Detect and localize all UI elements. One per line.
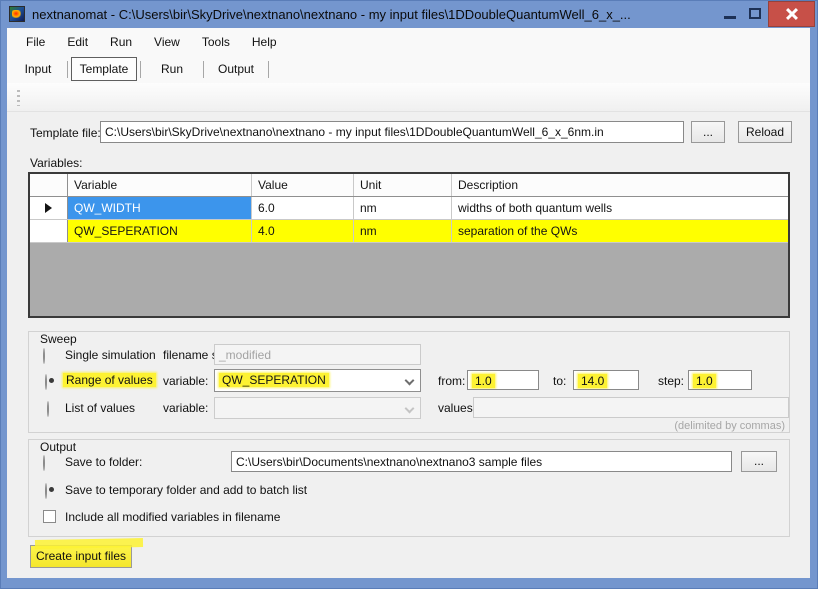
template-browse-button[interactable]: ... (691, 121, 725, 143)
cell-description[interactable]: widths of both quantum wells (452, 197, 788, 219)
grid-header-row: Variable Value Unit Description (30, 174, 788, 197)
column-header-unit[interactable]: Unit (354, 174, 452, 196)
save-to-temp-radio[interactable] (45, 483, 47, 499)
from-label: from: (438, 374, 465, 388)
close-button[interactable] (768, 1, 815, 27)
values-hint: (delimited by commas) (674, 420, 785, 432)
create-input-files-button[interactable]: Create input files (30, 545, 132, 568)
include-variables-label: Include all modified variables in filena… (65, 510, 280, 524)
tab-output[interactable]: Output (204, 58, 268, 80)
list-of-values-label: List of values (65, 401, 135, 415)
cell-unit[interactable]: nm (354, 220, 452, 242)
maximize-button[interactable] (743, 1, 768, 27)
values-input[interactable] (473, 397, 789, 418)
titlebar: nextnanomat - C:\Users\bir\SkyDrive\next… (0, 0, 818, 28)
menu-tools[interactable]: Tools (191, 31, 241, 53)
menu-help[interactable]: Help (241, 31, 288, 53)
save-to-folder-label: Save to folder: (65, 455, 142, 469)
tabstrip: Input Template Run Output (7, 55, 810, 83)
list-of-values-radio[interactable] (47, 401, 49, 417)
save-to-temp-label: Save to temporary folder and add to batc… (65, 483, 307, 497)
step-input[interactable]: 1.0 (688, 370, 752, 390)
column-header-value[interactable]: Value (252, 174, 354, 196)
variables-label: Variables: (30, 156, 82, 170)
save-to-folder-radio[interactable] (43, 455, 45, 471)
template-tab-content: Template file: C:\Users\bir\SkyDrive\nex… (7, 112, 810, 578)
menubar: File Edit Run View Tools Help (7, 28, 810, 55)
sweep-group: Sweep Single simulation filename suffix:… (28, 331, 790, 433)
tab-template[interactable]: Template (71, 57, 137, 81)
combo-arrow-icon (405, 404, 415, 414)
template-file-input[interactable]: C:\Users\bir\SkyDrive\nextnano\nextnano … (100, 121, 684, 143)
variables-grid: Variable Value Unit Description QW_WIDTH… (28, 172, 790, 318)
toolbar-grip-icon[interactable] (17, 90, 20, 106)
single-simulation-label: Single simulation (65, 348, 156, 362)
range-variable-label: variable: (163, 374, 208, 388)
list-variable-label: variable: (163, 401, 208, 415)
tab-run[interactable]: Run (141, 58, 203, 80)
step-label: step: (658, 374, 684, 388)
table-row: QW_SEPERATION 4.0 nm separation of the Q… (30, 220, 788, 243)
range-of-values-label: Range of values (63, 373, 156, 387)
cell-description[interactable]: separation of the QWs (452, 220, 788, 242)
cell-value[interactable]: 4.0 (252, 220, 354, 242)
row-selector-cell[interactable] (30, 197, 68, 219)
menu-edit[interactable]: Edit (56, 31, 99, 53)
toolbar (7, 83, 810, 112)
row-selector-cell[interactable] (30, 220, 68, 242)
tab-separator (268, 61, 269, 78)
window-title: nextnanomat - C:\Users\bir\SkyDrive\next… (32, 7, 631, 22)
app-window: nextnanomat - C:\Users\bir\SkyDrive\next… (0, 0, 818, 589)
output-group: Output Save to folder: C:\Users\bir\Docu… (28, 439, 790, 537)
reload-button[interactable]: Reload (738, 121, 792, 143)
range-variable-value: QW_SEPERATION (219, 373, 329, 387)
from-input[interactable]: 1.0 (467, 370, 539, 390)
cell-value[interactable]: 6.0 (252, 197, 354, 219)
cell-variable[interactable]: QW_SEPERATION (68, 220, 252, 242)
minimize-button[interactable] (718, 1, 743, 27)
maximize-icon (749, 8, 761, 19)
range-of-values-radio[interactable] (45, 374, 47, 390)
cell-unit[interactable]: nm (354, 197, 452, 219)
output-folder-input[interactable]: C:\Users\bir\Documents\nextnano\nextnano… (231, 451, 732, 472)
range-variable-combobox[interactable]: QW_SEPERATION (214, 369, 421, 392)
to-label: to: (553, 374, 566, 388)
cell-variable[interactable]: QW_WIDTH (68, 197, 252, 219)
to-input[interactable]: 14.0 (573, 370, 639, 390)
menu-view[interactable]: View (143, 31, 191, 53)
tab-separator (67, 61, 68, 78)
single-simulation-radio[interactable] (43, 348, 45, 364)
template-file-label: Template file: (30, 126, 101, 140)
list-variable-combobox[interactable] (214, 397, 421, 419)
include-variables-checkbox[interactable] (43, 510, 56, 523)
menu-file[interactable]: File (15, 31, 56, 53)
menu-run[interactable]: Run (99, 31, 143, 53)
tab-input[interactable]: Input (9, 58, 67, 80)
row-selector-icon (45, 203, 52, 213)
values-label: values: (438, 401, 476, 415)
combo-arrow-icon (405, 376, 415, 386)
grid-corner-cell[interactable] (30, 174, 68, 196)
filename-suffix-input[interactable]: _modified (214, 344, 421, 365)
minimize-icon (724, 16, 736, 19)
sweep-group-title: Sweep (36, 332, 81, 346)
app-icon[interactable] (9, 6, 25, 22)
column-header-variable[interactable]: Variable (68, 174, 252, 196)
table-row: QW_WIDTH 6.0 nm widths of both quantum w… (30, 197, 788, 220)
column-header-description[interactable]: Description (452, 174, 788, 196)
window-controls (718, 1, 815, 27)
output-browse-button[interactable]: ... (741, 451, 777, 472)
output-group-title: Output (36, 440, 80, 454)
